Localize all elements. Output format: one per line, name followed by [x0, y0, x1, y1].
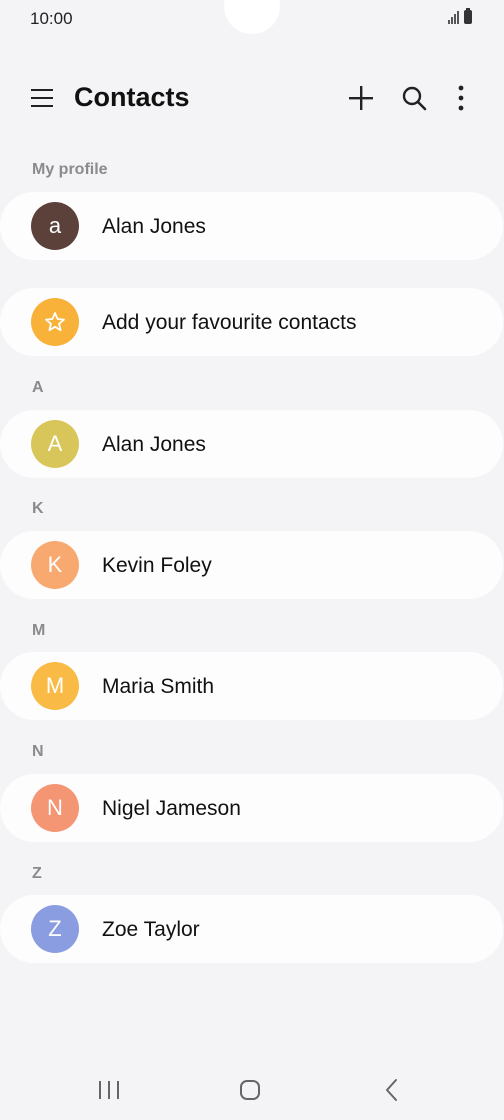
home-icon — [240, 1080, 260, 1100]
section-header-k: K — [32, 500, 44, 517]
section-header-z: Z — [32, 865, 42, 882]
contact-name: Zoe Taylor — [102, 918, 200, 941]
profile-card[interactable]: a Alan Jones — [0, 192, 503, 260]
profile-name: Alan Jones — [102, 215, 206, 238]
avatar: Z — [31, 905, 79, 953]
section-header-n: N — [32, 743, 44, 760]
add-favourites-card[interactable]: Add your favourite contacts — [0, 288, 503, 356]
menu-button[interactable] — [28, 84, 56, 112]
star-icon — [45, 312, 65, 332]
more-vertical-icon — [458, 85, 464, 111]
add-contact-button[interactable] — [345, 82, 377, 114]
avatar: K — [31, 541, 79, 589]
more-options-button[interactable] — [445, 82, 477, 114]
section-header-profile: My profile — [32, 161, 108, 178]
signal-icon — [448, 11, 459, 24]
plus-icon — [349, 86, 373, 110]
contact-name: Kevin Foley — [102, 554, 212, 577]
back-button[interactable] — [372, 1074, 412, 1106]
search-icon — [402, 86, 427, 111]
battery-icon — [464, 8, 472, 24]
recent-apps-button[interactable] — [89, 1074, 129, 1106]
contact-row[interactable]: A Alan Jones — [0, 410, 503, 478]
contact-name: Nigel Jameson — [102, 797, 241, 820]
contact-row[interactable]: M Maria Smith — [0, 652, 503, 720]
status-bar: 10:00 — [0, 0, 504, 40]
status-icons — [448, 8, 472, 24]
favourites-avatar — [31, 298, 79, 346]
app-bar: Contacts — [0, 70, 504, 126]
avatar: a — [31, 202, 79, 250]
section-header-a: A — [32, 379, 44, 396]
page-title: Contacts — [74, 82, 190, 112]
contact-name: Maria Smith — [102, 675, 215, 698]
hamburger-icon — [31, 89, 53, 107]
contact-row[interactable]: Z Zoe Taylor — [0, 895, 503, 963]
status-time: 10:00 — [30, 9, 73, 28]
favourites-label: Add your favourite contacts — [102, 311, 357, 334]
avatar: N — [31, 784, 79, 832]
section-header-m: M — [32, 622, 46, 639]
recent-apps-icon — [99, 1081, 119, 1099]
avatar: M — [31, 662, 79, 710]
avatar: A — [31, 420, 79, 468]
contact-row[interactable]: N Nigel Jameson — [0, 774, 503, 842]
camera-notch — [224, 0, 280, 34]
contact-row[interactable]: K Kevin Foley — [0, 531, 503, 599]
navigation-bar — [0, 1060, 504, 1120]
home-button[interactable] — [230, 1074, 270, 1106]
back-icon — [386, 1079, 397, 1101]
contact-name: Alan Jones — [102, 433, 206, 456]
search-button[interactable] — [398, 82, 430, 114]
